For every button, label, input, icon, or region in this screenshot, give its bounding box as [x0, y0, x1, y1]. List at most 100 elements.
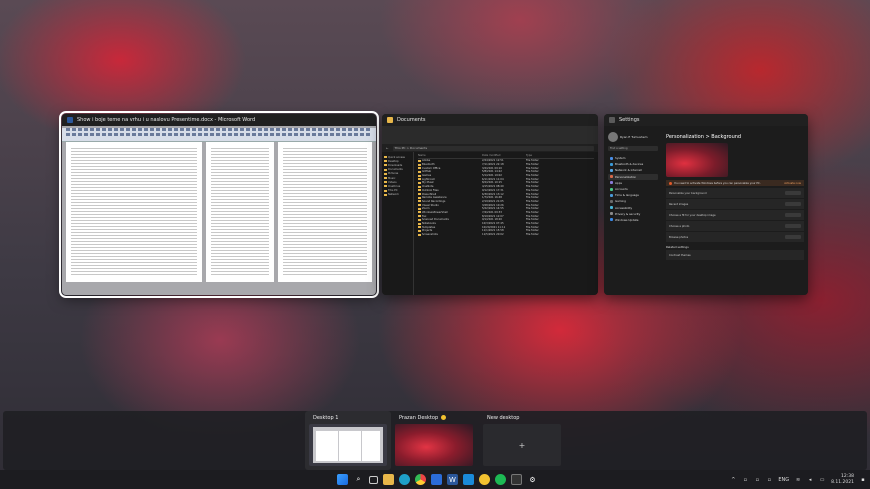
file-name-text: Sound Recordings — [422, 199, 446, 203]
new-desktop-card[interactable]: New desktop + — [483, 411, 563, 466]
settings-row-control[interactable] — [785, 213, 801, 217]
settings-nav-item[interactable]: Network & internet — [608, 167, 658, 173]
desktop-2-thumbnail[interactable] — [395, 424, 473, 466]
column-type[interactable]: Type — [526, 154, 554, 158]
desktop-2-label[interactable]: Prazan Desktop — [395, 411, 475, 424]
gear-icon — [609, 117, 615, 123]
battery-icon[interactable]: ▭ — [819, 477, 825, 483]
folder-icon — [418, 185, 421, 188]
settings-nav-label: Gaming — [615, 199, 626, 204]
file-type: File folder — [526, 233, 539, 237]
tray-app-icon-2[interactable]: ▫ — [754, 477, 760, 483]
file-type: File folder — [526, 210, 539, 214]
settings-user-name: Ryan E Tumushem — [620, 135, 648, 139]
settings-nav-label: Accounts — [615, 187, 628, 192]
clock-date: 8.11.2021 — [831, 479, 854, 485]
settings-row-control[interactable] — [785, 202, 801, 206]
back-arrow-icon[interactable]: ← — [386, 146, 389, 150]
virtual-desktops-bar: Desktop 1 Prazan Desktop New desktop + — [3, 411, 867, 470]
store-icon[interactable] — [431, 474, 442, 485]
desktop-1-card[interactable]: Desktop 1 — [305, 411, 391, 470]
folder-icon — [418, 211, 421, 214]
new-desktop-button[interactable]: + — [483, 424, 561, 466]
settings-search-input[interactable]: Find a setting — [608, 146, 658, 151]
word-window-preview[interactable]: Show i boje teme na vrhu i u naslovu Pre… — [59, 111, 379, 298]
desktop-1-thumbnail[interactable] — [309, 424, 387, 466]
file-explorer-icon[interactable] — [383, 474, 394, 485]
new-desktop-label[interactable]: New desktop — [483, 411, 563, 424]
norton-icon[interactable] — [479, 474, 490, 485]
related-settings-label: Contrast themes — [669, 253, 691, 257]
settings-row-control[interactable] — [785, 191, 801, 195]
desktop-2-card[interactable]: Prazan Desktop — [395, 411, 475, 466]
search-icon[interactable]: ⌕ — [353, 474, 364, 485]
folder-icon — [418, 222, 421, 225]
settings-row[interactable]: Browse photos — [666, 232, 804, 242]
settings-row[interactable]: Recent images — [666, 199, 804, 209]
settings-nav-icon — [610, 218, 613, 222]
terminal-icon[interactable] — [511, 474, 522, 485]
file-name-text: Screenshots — [422, 233, 438, 237]
file-date: 1/7/2021 16:48 — [482, 196, 502, 200]
file-row[interactable]: Screenshots 11/5/2021 20:02 File folder — [418, 233, 594, 237]
column-name[interactable]: Name — [418, 154, 482, 158]
file-date: 5/22/2021 14:55 — [482, 207, 504, 211]
tray-app-icon-3[interactable]: ▫ — [766, 477, 772, 483]
word-taskbar-icon[interactable]: W — [447, 474, 458, 485]
file-name-text: Fax — [422, 214, 427, 218]
chevron-up-icon[interactable]: ^ — [730, 477, 736, 483]
photos-icon[interactable] — [463, 474, 474, 485]
tray-app-icon[interactable]: ▫ — [742, 477, 748, 483]
file-type: File folder — [526, 163, 539, 167]
settings-nav-item[interactable]: Windows Update — [608, 217, 658, 223]
folder-icon — [418, 189, 421, 192]
settings-navigation: Ryan E Tumushem Find a setting System Blu… — [604, 126, 662, 295]
spotify-icon[interactable] — [495, 474, 506, 485]
file-date: 9/12/2021 17:31 — [482, 188, 504, 192]
file-name: Sound Recordings — [418, 200, 482, 203]
settings-taskbar-icon[interactable]: ⚙ — [527, 474, 538, 485]
chrome-icon[interactable] — [415, 474, 426, 485]
settings-content: Ryan E Tumushem Find a setting System Blu… — [604, 126, 808, 295]
file-name: Adobe — [418, 159, 482, 162]
nav-item-label: Music — [388, 176, 396, 180]
settings-nav-icon — [610, 187, 613, 191]
related-settings-row[interactable]: Contrast themes — [666, 250, 804, 260]
folder-icon — [418, 215, 421, 218]
settings-window-preview[interactable]: Settings Ryan E Tumushem Find a setting … — [604, 114, 808, 295]
taskbar-apps: ⌕ W ⚙ — [337, 470, 538, 489]
activate-now-link[interactable]: Activate now — [784, 182, 801, 185]
nav-item[interactable]: Network — [384, 193, 411, 197]
wifi-icon[interactable]: ≋ — [795, 477, 801, 483]
explorer-content: ← This PC > Documents Quick access Deskto… — [382, 126, 598, 295]
start-icon[interactable] — [337, 474, 348, 485]
volume-icon[interactable]: ◂ — [807, 477, 813, 483]
file-type: File folder — [526, 188, 539, 192]
edge-icon[interactable] — [399, 474, 410, 485]
settings-row-label: Personalize your background — [669, 191, 707, 195]
explorer-window-preview[interactable]: Documents ← This PC > Documents Quick ac… — [382, 114, 598, 295]
file-name-text: Projects — [422, 229, 433, 233]
settings-row-control[interactable] — [785, 224, 801, 228]
settings-row[interactable]: Personalize your background — [666, 188, 804, 198]
taskbar: ⌕ W ⚙ ^ ▫ ▫ ▫ ENG ≋ ◂ ▭ 12:38 8.11.2021 … — [0, 470, 870, 489]
notification-icon[interactable]: ▪ — [860, 477, 866, 483]
settings-row[interactable]: Choose a fit for your desktop image — [666, 210, 804, 220]
file-name: Outlook Files — [418, 189, 482, 192]
desktop-1-label[interactable]: Desktop 1 — [309, 411, 387, 424]
file-name-text: Lightroom — [422, 177, 436, 181]
settings-nav-icon — [610, 212, 613, 216]
column-date[interactable]: Date modified — [482, 154, 526, 158]
explorer-address-bar[interactable]: This PC > Documents — [392, 145, 594, 151]
file-date: 11/5/2021 20:02 — [482, 233, 504, 237]
folder-icon — [418, 229, 421, 232]
settings-nav-icon — [610, 168, 613, 172]
language-indicator[interactable]: ENG — [778, 477, 789, 483]
task-view-icon[interactable] — [369, 475, 378, 484]
settings-row[interactable]: Choose a photo — [666, 221, 804, 231]
settings-nav-label: Personalization — [615, 174, 637, 179]
file-name: Remote Assistance — [418, 196, 482, 199]
settings-row-control[interactable] — [785, 235, 801, 239]
clock[interactable]: 12:38 8.11.2021 — [831, 474, 854, 486]
file-name-text: Templates — [422, 225, 436, 229]
